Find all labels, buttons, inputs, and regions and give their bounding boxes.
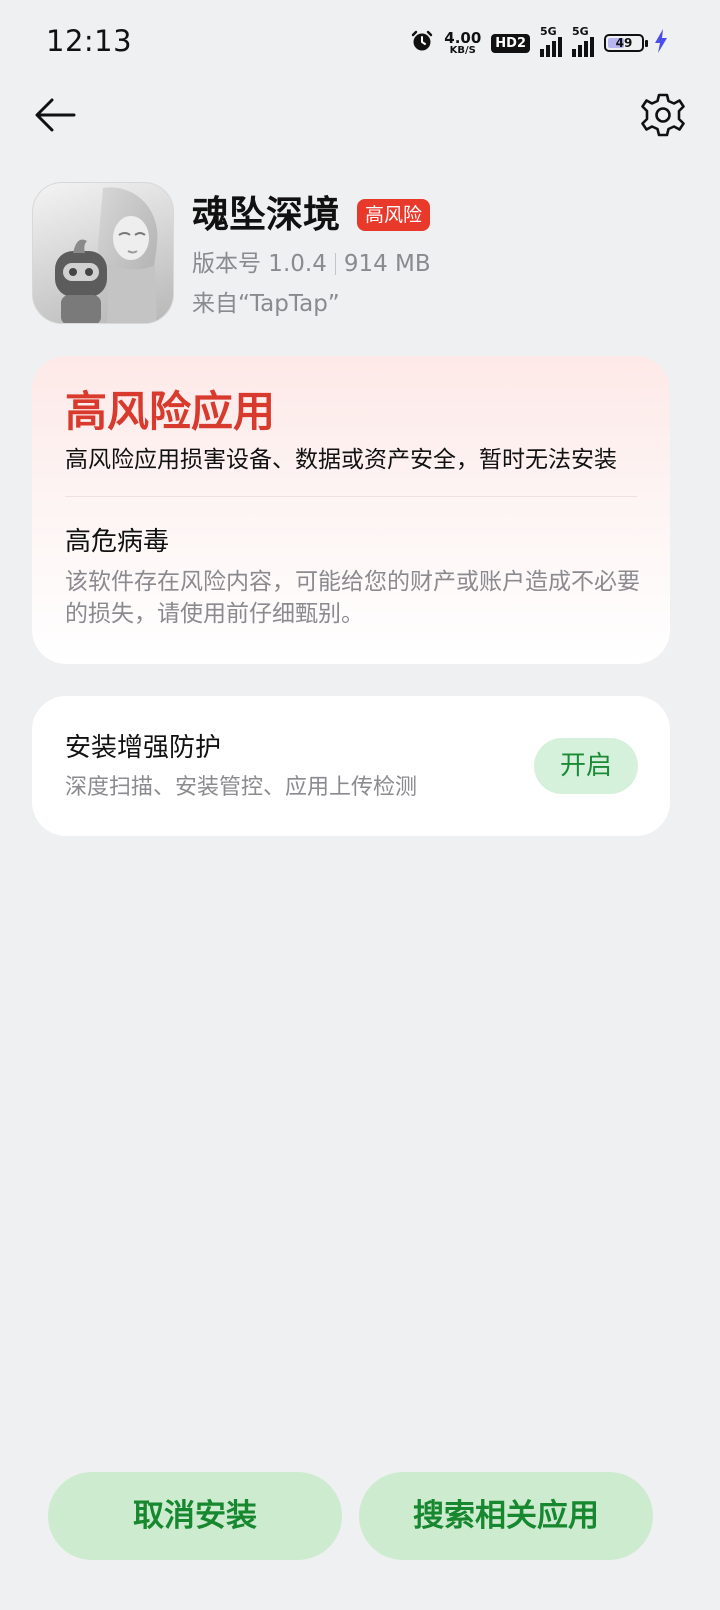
battery-level: 49	[615, 36, 633, 50]
hd-icon: HD2	[491, 33, 530, 53]
status-icons: 4.00 KB/S HD2 5G 5G 49	[410, 25, 668, 60]
settings-button[interactable]	[636, 88, 690, 142]
protection-title: 安装增强防护	[65, 733, 222, 763]
protection-description: 深度扫描、安装管控、应用上传检测	[65, 775, 418, 800]
network-speed: 4.00 KB/S	[444, 28, 482, 56]
signal-label: 5G	[572, 25, 589, 38]
app-meta: 版本号 1.0.4 914 MB	[192, 248, 431, 280]
meta-divider	[334, 253, 336, 275]
cancel-install-button[interactable]: 取消安装	[48, 1472, 342, 1560]
app-version: 版本号 1.0.4	[192, 251, 327, 277]
virus-title: 高危病毒	[65, 527, 170, 557]
risk-badge: 高风险	[357, 199, 431, 231]
risk-description: 高风险应用损害设备、数据或资产安全，暂时无法安装	[65, 447, 617, 473]
arrow-left-icon	[35, 98, 76, 132]
status-bar: 12:13 4.00 KB/S HD2 5G 5G 49	[0, 0, 720, 86]
app-name: 魂坠深境	[192, 193, 340, 236]
risk-title: 高风险应用	[65, 387, 276, 436]
search-related-apps-button[interactable]: 搜索相关应用	[359, 1472, 653, 1560]
network-speed-unit: KB/S	[449, 44, 476, 56]
signal-icon: 5G	[540, 25, 562, 57]
app-icon	[32, 182, 174, 324]
app-source: 来自“TapTap”	[192, 291, 340, 317]
virus-description: 该软件存在风险内容，可能给您的财产或账户造成不必要的损失，请使用前仔细甄别。	[65, 569, 640, 627]
network-speed-value: 4.00	[444, 28, 482, 47]
status-time: 12:13	[46, 24, 133, 58]
risk-warning-card: 高风险应用 高风险应用损害设备、数据或资产安全，暂时无法安装 高危病毒 该软件存…	[32, 356, 670, 664]
back-button[interactable]	[30, 88, 84, 142]
alarm-icon	[410, 29, 434, 57]
signal-label: 5G	[540, 25, 557, 38]
signal-icon: 5G	[572, 25, 594, 57]
app-size: 914 MB	[343, 251, 431, 277]
gear-icon	[641, 93, 685, 137]
install-protection-card: 安装增强防护 深度扫描、安装管控、应用上传检测 开启	[32, 696, 670, 836]
enable-protection-button[interactable]: 开启	[534, 738, 638, 794]
battery-icon: 49	[604, 34, 648, 52]
card-divider	[65, 496, 637, 497]
charging-icon	[654, 28, 668, 58]
